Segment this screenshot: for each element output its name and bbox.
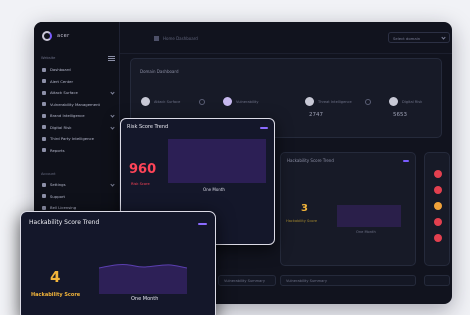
brand[interactable]: acer <box>42 31 70 41</box>
chevron-down-icon <box>441 35 446 40</box>
link-icon <box>42 136 46 141</box>
report-icon <box>42 148 46 153</box>
alert-icon <box>42 79 46 84</box>
metric-digital-risk[interactable]: Digital Risk <box>389 97 422 106</box>
info-icon[interactable] <box>365 99 371 105</box>
sidebar-account-nav: Settings Support Bell Licensing <box>39 179 117 214</box>
panel-score-label: Hackability Score <box>286 219 318 223</box>
bug-icon <box>42 102 46 107</box>
sidebar-item-reports[interactable]: Reports <box>39 145 117 157</box>
sidebar-section-main: Website <box>41 56 56 60</box>
breadcrumb[interactable]: Home Dashboard <box>163 36 198 41</box>
sidebar-item-label: Attack Surface <box>50 90 78 96</box>
brand-name: acer <box>57 33 70 39</box>
sidebar-item-label: Vulnerability Management <box>50 101 100 107</box>
risk-score-label: Risk Score <box>131 182 150 186</box>
metric-label: Digital Risk <box>402 99 423 104</box>
footer-summary-right[interactable]: Vulnerability Summary <box>280 275 416 286</box>
hackability-score-area <box>99 264 187 294</box>
menu-collapse-icon[interactable] <box>108 56 115 61</box>
hackability-score-card: Hackability Score Trend 4 Hackability Sc… <box>20 211 216 315</box>
metric-attack-surface[interactable]: Attack Surface <box>141 97 180 106</box>
sidebar-item-label: Brand Intelligence <box>50 113 85 119</box>
gear-icon <box>42 182 46 187</box>
panel-score: 3 <box>301 203 308 214</box>
sidebar-item-vulnerability[interactable]: Vulnerability Management <box>39 99 117 111</box>
summary-card-title: Domain Dashboard <box>140 69 179 74</box>
hackability-score-chart <box>99 264 187 294</box>
panel-title: Hackability Score Trend <box>287 158 334 163</box>
sidebar-item-brand-intelligence[interactable]: Brand Intelligence <box>39 110 117 122</box>
more-icon[interactable] <box>198 223 207 225</box>
sidebar-item-third-party[interactable]: Third Party Intelligence <box>39 133 117 145</box>
risk-score-title: Risk Score Trend <box>127 124 169 130</box>
domain-select-value: Select domain <box>393 36 421 41</box>
sidebar-item-label: Support <box>50 193 66 199</box>
sidebar-section-account: Account <box>41 172 56 176</box>
domain-select[interactable]: Select domain <box>388 32 450 43</box>
sidebar-item-label: Reports <box>50 147 65 153</box>
more-icon[interactable] <box>403 160 409 162</box>
risk-icon <box>42 125 46 130</box>
footer-summary-label: Vulnerability Summary <box>224 279 265 283</box>
metric-threat-intelligence[interactable]: Threat Intelligence <box>305 97 352 106</box>
status-dot <box>434 218 442 226</box>
panel-chart <box>337 205 401 227</box>
metric-label: Attack Surface <box>154 99 181 104</box>
status-dot <box>434 170 442 178</box>
panel-chart-label: One Month <box>356 230 376 234</box>
sidebar-item-label: Bell Licensing <box>50 205 77 211</box>
risk-score-chart-label: One Month <box>203 187 225 192</box>
chevron-down-icon <box>110 113 115 118</box>
status-dot <box>434 234 442 242</box>
sidebar-item-dashboard[interactable]: Dashboard <box>39 64 117 76</box>
sidebar-item-alert-center[interactable]: Alert Center <box>39 76 117 88</box>
metric-icon <box>223 97 232 106</box>
more-icon[interactable] <box>260 127 268 129</box>
hackability-score-value: 4 <box>50 268 61 286</box>
metric-icon <box>305 97 314 106</box>
sidebar-item-label: Dashboard <box>50 67 71 73</box>
sidebar-item-label: Digital Risk <box>50 124 72 130</box>
metric-value: 2747 <box>309 112 323 118</box>
sidebar-item-attack-surface[interactable]: Attack Surface <box>39 87 117 99</box>
risk-score-chart <box>168 139 266 183</box>
metric-label: Vulnerability <box>236 99 259 104</box>
chevron-down-icon <box>110 182 115 187</box>
hackability-score-title: Hackability Score Trend <box>29 219 100 226</box>
target-icon <box>42 90 46 95</box>
sidebar-nav: Dashboard Alert Center Attack Surface Vu… <box>39 64 117 156</box>
info-icon[interactable] <box>199 99 205 105</box>
footer-summary-left[interactable]: Vulnerability Summary <box>218 275 276 286</box>
metric-label: Threat Intelligence <box>318 99 352 104</box>
support-icon <box>42 194 46 199</box>
metric-icon <box>141 97 150 106</box>
sidebar-item-digital-risk[interactable]: Digital Risk <box>39 122 117 134</box>
footer-summary-label: Vulnerability Summary <box>286 279 327 283</box>
dashboard-icon <box>42 67 46 72</box>
chevron-down-icon <box>110 125 115 130</box>
chevron-down-icon <box>110 90 115 95</box>
hackability-score-label: Hackability Score <box>31 292 81 298</box>
status-dot <box>434 202 442 210</box>
status-panel <box>424 152 450 266</box>
hackability-panel: Hackability Score Trend 3 Hackability Sc… <box>280 152 416 266</box>
sidebar-item-label: Third Party Intelligence <box>50 136 94 142</box>
sidebar-item-label: Alert Center <box>50 78 74 84</box>
footer-summary-extra[interactable] <box>424 275 450 286</box>
sidebar-item-support[interactable]: Support <box>39 191 117 203</box>
sidebar-item-label: Settings <box>50 182 66 188</box>
license-icon <box>42 205 46 210</box>
metric-value: 5653 <box>393 112 407 118</box>
sidebar-item-settings[interactable]: Settings <box>39 179 117 191</box>
status-dot <box>434 186 442 194</box>
topbar: Home Dashboard Select domain <box>120 22 452 54</box>
shield-icon <box>42 113 46 118</box>
metric-icon <box>389 97 398 106</box>
home-icon[interactable] <box>154 36 159 41</box>
hackability-score-chart-label: One Month <box>131 296 159 302</box>
metric-vulnerability[interactable]: Vulnerability <box>223 97 258 106</box>
brand-logo-icon <box>42 31 52 41</box>
risk-score-value: 960 <box>129 162 157 177</box>
